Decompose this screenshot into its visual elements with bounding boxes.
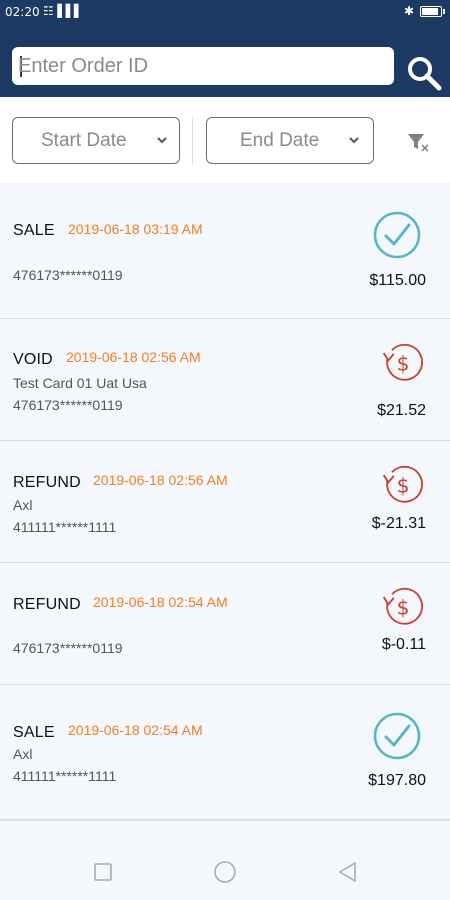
refund-dollar-icon: $: [382, 465, 423, 503]
system-nav-bar: [0, 820, 450, 900]
cardholder-name: Test Card 01 Uat Usa: [13, 375, 147, 391]
transaction-item[interactable]: REFUND 2019-06-18 02:54 AM 476173******0…: [0, 563, 450, 685]
date-filter-row: Start Date End Date: [0, 97, 450, 183]
transaction-datetime: 2019-06-18 02:54 AM: [68, 722, 203, 738]
transaction-item[interactable]: SALE 2019-06-18 02:54 AM Axl 411111*****…: [0, 685, 450, 820]
status-right-icons: ✱: [403, 4, 445, 18]
chevron-down-icon: [157, 137, 167, 144]
svg-text:$: $: [397, 595, 410, 619]
search-icon[interactable]: [405, 54, 443, 92]
transaction-item[interactable]: VOID 2019-06-18 02:56 AM Test Card 01 Ua…: [0, 319, 450, 441]
transaction-list: SALE 2019-06-18 03:19 AM 476173******011…: [0, 183, 450, 820]
status-bar: 02:20 ☷▐▐▐ ✱: [0, 0, 450, 26]
transaction-amount: $197.80: [368, 772, 426, 789]
clear-filter-icon[interactable]: [406, 131, 430, 153]
filter-divider: [192, 117, 193, 164]
order-id-input[interactable]: [18, 51, 388, 81]
battery-icon: [420, 5, 445, 17]
end-date-dropdown[interactable]: End Date: [206, 117, 374, 164]
transaction-item[interactable]: SALE 2019-06-18 03:19 AM 476173******011…: [0, 183, 450, 319]
transaction-datetime: 2019-06-18 02:56 AM: [66, 349, 201, 365]
svg-text:$: $: [397, 351, 410, 375]
transaction-amount: $-21.31: [371, 515, 426, 532]
refund-dollar-icon: $: [382, 343, 423, 381]
card-number: 411111******1111: [13, 768, 117, 784]
card-number: 411111******1111: [13, 519, 117, 535]
end-date-label: End Date: [240, 130, 320, 151]
check-circle-icon: [373, 211, 421, 259]
transaction-amount: $-0.11: [381, 636, 426, 653]
home-icon[interactable]: [213, 860, 237, 884]
transaction-datetime: 2019-06-18 02:54 AM: [93, 594, 228, 610]
app-header: 02:20 ☷▐▐▐ ✱: [0, 0, 450, 97]
check-circle-icon: [373, 712, 421, 760]
transaction-type: SALE: [13, 724, 55, 741]
back-icon[interactable]: [337, 861, 359, 883]
chevron-down-icon: [349, 137, 359, 144]
card-number: 476173******0119: [13, 640, 123, 656]
status-time: 02:20: [5, 5, 40, 19]
cardholder-name: Axl: [13, 497, 33, 513]
transaction-amount: $115.00: [369, 272, 426, 289]
cardholder-name: Axl: [13, 746, 33, 762]
transaction-type: REFUND: [13, 474, 81, 491]
transaction-datetime: 2019-06-18 02:56 AM: [93, 472, 228, 488]
search-box: [12, 47, 394, 85]
transaction-datetime: 2019-06-18 03:19 AM: [68, 221, 203, 237]
transaction-type: SALE: [13, 222, 55, 239]
transaction-type: VOID: [13, 351, 53, 368]
start-date-dropdown[interactable]: Start Date: [12, 117, 180, 164]
card-number: 476173******0119: [13, 397, 123, 413]
signal-icon: ☷▐▐▐: [43, 4, 78, 18]
svg-text:$: $: [397, 473, 410, 497]
recent-apps-icon[interactable]: [93, 862, 113, 882]
transaction-type: REFUND: [13, 596, 81, 613]
transaction-amount: $21.52: [377, 402, 426, 419]
transaction-item[interactable]: REFUND 2019-06-18 02:56 AM Axl 411111***…: [0, 441, 450, 563]
card-number: 476173******0119: [13, 267, 123, 283]
start-date-label: Start Date: [41, 130, 127, 151]
refund-dollar-icon: $: [382, 587, 423, 625]
bluetooth-icon: ✱: [403, 4, 414, 18]
